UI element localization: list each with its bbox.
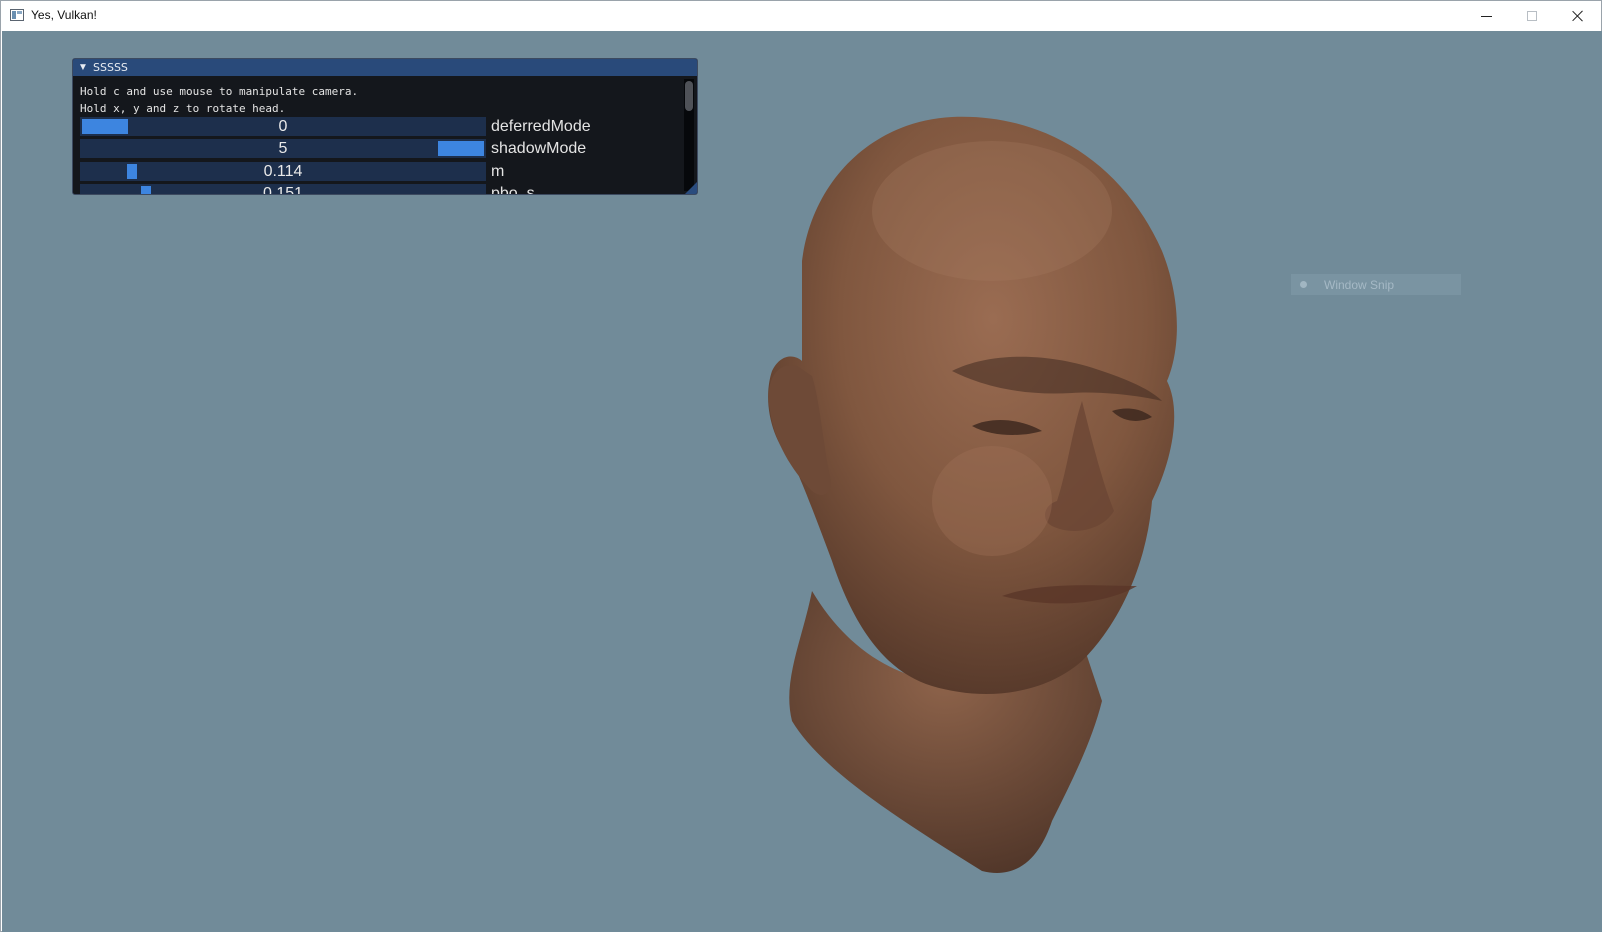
slider-frame[interactable]: 5 [80,139,486,158]
slider-label: pbo_s [491,185,535,195]
help-text-line: Hold x, y and z to rotate head. [80,102,286,115]
minimize-icon [1480,15,1492,17]
slider-label: shadowMode [491,140,587,157]
slider-value: 0.114 [263,163,303,180]
imgui-scrollbar[interactable] [684,79,694,191]
slider-frame[interactable]: 0 [80,117,486,136]
slider-shadow-mode[interactable]: 5 shadowMode [80,139,680,158]
minimize-button[interactable] [1463,1,1509,31]
snip-icon [1300,281,1307,288]
imgui-body: Hold c and use mouse to manipulate camer… [73,76,697,118]
close-button[interactable] [1555,1,1601,31]
maximize-icon [1527,11,1537,21]
window-title: Yes, Vulkan! [31,8,97,22]
imgui-panel[interactable]: ▼ SSSSS Hold c and use mouse to manipula… [72,58,698,195]
maximize-button[interactable] [1509,1,1555,31]
snip-label: Window Snip [1324,277,1395,292]
collapse-triangle-icon[interactable]: ▼ [78,59,88,76]
scrollbar-thumb[interactable] [685,81,693,111]
render-viewport[interactable]: ▼ SSSSS Hold c and use mouse to manipula… [2,31,1602,932]
window-snip-overlay[interactable]: Window Snip [1291,274,1461,295]
help-text-line: Hold c and use mouse to manipulate camer… [80,85,359,98]
slider-value: 0.151 [262,185,304,195]
imgui-title-bar[interactable]: ▼ SSSSS [73,59,697,76]
slider-pbo-s[interactable]: 0.151 pbo_s [80,184,680,195]
slider-deferred-mode[interactable]: 0 deferredMode [80,117,680,136]
slider-value: 0 [278,118,288,135]
slider-label: m [491,163,505,180]
resize-grip-icon[interactable] [685,182,697,194]
slider-value: 5 [278,140,288,157]
title-bar[interactable]: Yes, Vulkan! [1,1,1601,31]
close-icon [1572,10,1584,22]
app-window: Yes, Vulkan! ▼ SSSSS Hold c and use mous… [0,0,1602,932]
slider-frame[interactable]: 0.151 [80,184,486,195]
forehead-highlight [872,141,1112,281]
slider-frame[interactable]: 0.114 [80,162,486,181]
cheek-highlight [932,446,1052,556]
slider-m[interactable]: 0.114 m [80,162,680,181]
app-icon [10,9,24,21]
slider-label: deferredMode [491,118,591,135]
head-render[interactable] [742,81,1202,881]
imgui-title: SSSSS [93,61,128,74]
